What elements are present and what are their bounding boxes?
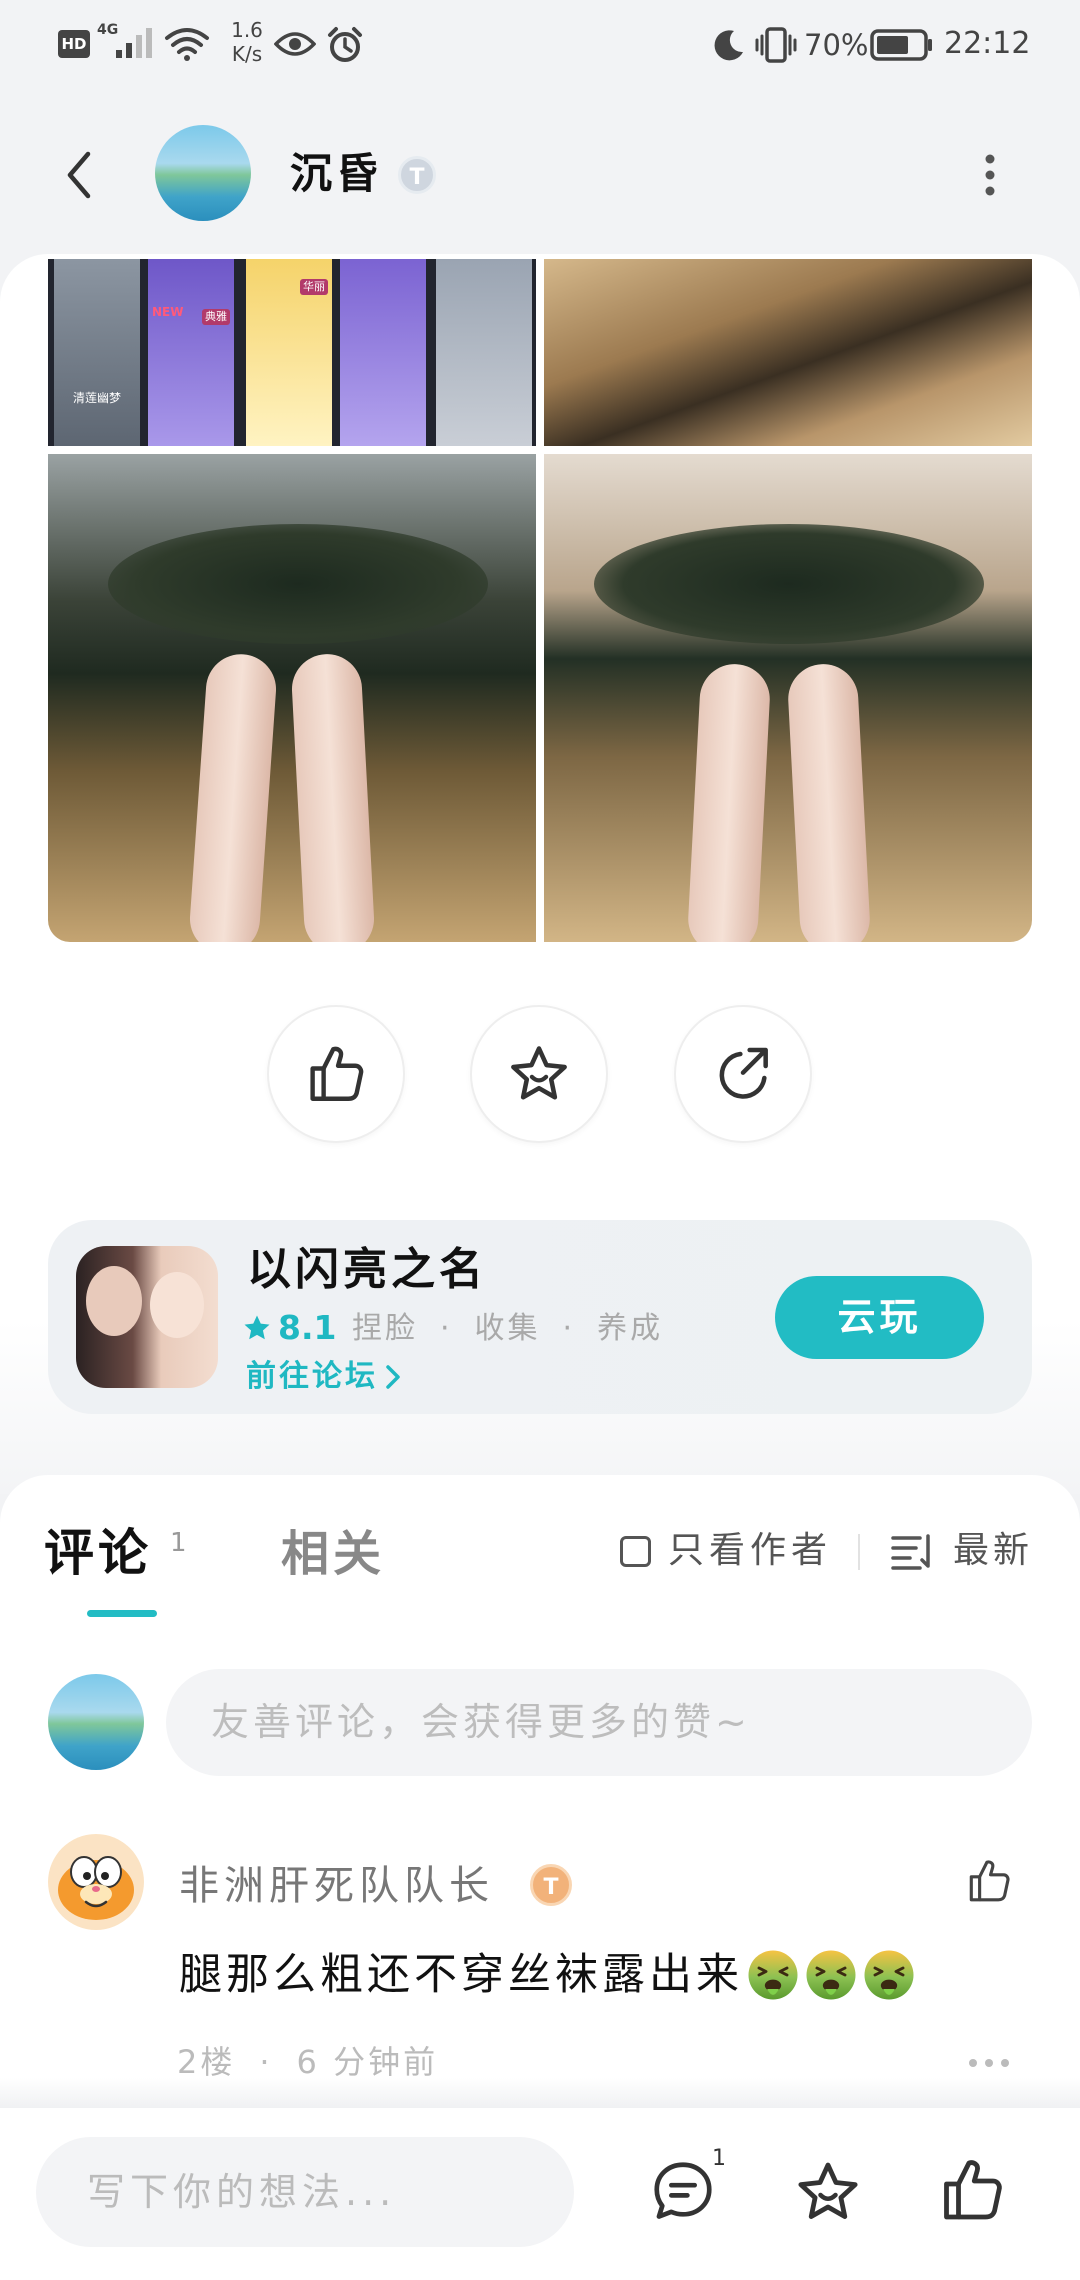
favorite-button[interactable]	[470, 1005, 608, 1143]
tab-comments[interactable]: 评论	[44, 1522, 152, 1584]
author-only-checkbox[interactable]	[620, 1536, 651, 1567]
signal-icon	[116, 28, 152, 58]
item-card-4	[340, 259, 426, 446]
figure-leg	[786, 662, 872, 942]
post-image-2[interactable]	[544, 259, 1032, 446]
vomiting-face-emoji	[748, 1950, 798, 2000]
comment-icon[interactable]	[648, 2156, 718, 2226]
like-button[interactable]	[267, 1005, 405, 1143]
forum-link-label: 前往论坛	[246, 1359, 378, 1394]
active-tab-indicator	[87, 1610, 157, 1617]
game-tag: 养成	[597, 1311, 664, 1346]
clock-time: 22:12	[944, 26, 1031, 61]
commenter-name[interactable]: 非洲肝死队队长	[179, 1860, 494, 1912]
back-arrow-icon[interactable]	[62, 150, 96, 200]
scroll-fade	[0, 2078, 1080, 2108]
network-speed-unit: K/s	[231, 42, 263, 66]
game-icon[interactable]	[76, 1246, 218, 1388]
game-tags: 捏脸 · 收集 · 养成	[352, 1308, 663, 1350]
game-tag: 捏脸	[352, 1311, 418, 1346]
vomiting-face-emoji	[864, 1950, 914, 2000]
game-tag: 收集	[474, 1311, 541, 1346]
comment-text: 腿那么粗还不穿丝袜露出来	[179, 1950, 743, 2000]
comment-more-icon[interactable]	[966, 2056, 1012, 2070]
comment-time: 6 分钟前	[296, 2043, 439, 2081]
garfield-avatar-icon	[48, 1834, 144, 1930]
vibrate-icon	[755, 27, 797, 63]
sort-icon[interactable]	[890, 1533, 936, 1571]
like-icon[interactable]	[936, 2154, 1008, 2226]
battery-percent: 70%	[804, 28, 869, 62]
favorite-star-icon[interactable]	[792, 2156, 864, 2228]
wifi-icon	[165, 28, 209, 61]
item-card-2: NEW 典雅	[148, 259, 234, 446]
meta-separator: ·	[259, 2043, 273, 2081]
moon-icon	[714, 30, 743, 61]
tab-related[interactable]: 相关	[281, 1524, 385, 1584]
go-to-forum-link[interactable]: 前往论坛	[246, 1356, 404, 1398]
item-card-title: 清莲幽梦	[72, 391, 121, 405]
game-icon-face	[86, 1266, 142, 1336]
author-name[interactable]: 沉昏	[290, 148, 382, 200]
item-card-1: 清莲幽梦	[54, 259, 140, 446]
current-user-avatar	[48, 1674, 144, 1770]
filter-divider	[858, 1534, 860, 1570]
comment-body: 腿那么粗还不穿丝袜露出来	[179, 1945, 917, 2005]
author-only-label[interactable]: 只看作者	[668, 1528, 832, 1574]
chevron-right-icon	[386, 1365, 400, 1389]
new-tag: NEW	[152, 305, 184, 319]
post-image-3[interactable]	[48, 454, 536, 942]
item-tag-gorgeous: 华丽	[300, 279, 328, 295]
eye-icon	[274, 32, 316, 56]
comment-floor: 2楼	[177, 2043, 236, 2081]
figure-leg	[187, 651, 279, 942]
comment-like-icon[interactable]	[964, 1856, 1014, 1906]
like-icon	[310, 1046, 364, 1101]
comment-count: 1	[712, 2146, 726, 2171]
sort-latest[interactable]: 最新	[953, 1528, 1033, 1574]
commenter-avatar[interactable]	[48, 1834, 144, 1930]
author-avatar[interactable]	[155, 125, 251, 221]
author-level-badge: T	[398, 156, 436, 194]
post-image-1[interactable]: 清莲幽梦 NEW 典雅 华丽	[48, 259, 536, 446]
hd-indicator: HD	[58, 30, 90, 58]
tag-separator: ·	[440, 1311, 453, 1346]
game-name[interactable]: 以闪亮之名	[247, 1242, 487, 1298]
battery-icon	[870, 29, 932, 61]
figure-leg	[290, 652, 376, 942]
tag-separator: ·	[562, 1311, 576, 1346]
post-image-4[interactable]	[544, 454, 1032, 942]
more-options-icon[interactable]	[976, 150, 1004, 200]
item-card-3: 华丽	[246, 259, 332, 446]
write-thoughts-input[interactable]: 写下你的想法...	[36, 2137, 574, 2247]
figure-skirt	[594, 524, 984, 644]
item-tag-elegant: 典雅	[202, 309, 230, 325]
cloud-play-button[interactable]: 云玩	[775, 1276, 984, 1359]
share-button[interactable]	[674, 1005, 812, 1143]
status-bar: HD 4G 1.6 K/s 70% 22:12	[0, 0, 1080, 90]
network-speed-value: 1.6	[231, 18, 263, 42]
comment-emojis	[743, 1947, 917, 2003]
network-speed: 1.6 K/s	[220, 18, 274, 66]
favorite-star-icon	[511, 1046, 567, 1100]
game-icon-face	[150, 1272, 204, 1338]
vomiting-face-emoji	[806, 1950, 856, 2000]
figure-leg	[686, 662, 772, 942]
game-rating: 8.1	[278, 1308, 337, 1347]
share-icon	[719, 1047, 768, 1099]
commenter-level-badge: T	[530, 1864, 572, 1906]
rating-star-icon	[244, 1315, 270, 1340]
alarm-icon	[328, 27, 362, 62]
tab-comments-count: 1	[170, 1528, 187, 1558]
comment-input[interactable]: 友善评论，会获得更多的赞~	[166, 1669, 1032, 1776]
item-card-5	[436, 259, 532, 446]
figure-skirt	[108, 524, 488, 644]
